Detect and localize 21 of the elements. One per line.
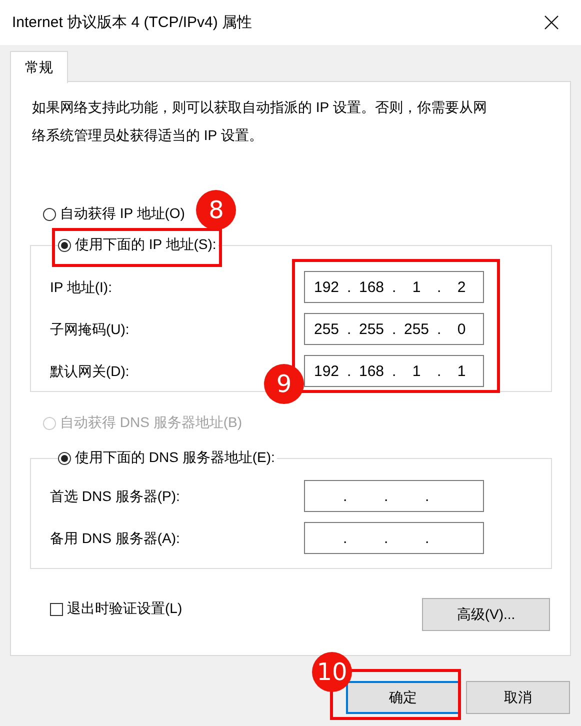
step-marker: 9 (264, 364, 304, 404)
checkbox[interactable]: 退出时验证设置(L) (50, 598, 182, 620)
input-field[interactable]: . . . (304, 480, 484, 512)
input-field[interactable]: 255 . 255 . 255 . 0 (304, 313, 484, 345)
close-icon[interactable] (544, 15, 559, 30)
dialog-button[interactable]: 取消 (466, 681, 570, 714)
step-marker: 8 (196, 190, 236, 230)
window-title: Internet 协议版本 4 (TCP/IPv4) 属性 (12, 13, 252, 32)
dialog-button[interactable]: 确定 (346, 681, 460, 714)
description-text: 如果网络支持此功能，则可以获取自动指派的 IP 设置。否则，你需要从网络系统管理员处获得适当的 IP 设置。 (32, 98, 488, 145)
field-label: 首选 DNS 服务器(P): (50, 487, 180, 506)
step-marker: 10 (312, 652, 352, 692)
field-label: IP 地址(I): (50, 278, 112, 297)
input-field[interactable]: 192 . 168 . 1 . 1 (304, 355, 484, 387)
input-field[interactable]: 192 . 168 . 1 . 2 (304, 271, 484, 303)
advanced-button[interactable]: 高级(V)... (422, 598, 550, 631)
field-label: 备用 DNS 服务器(A): (50, 529, 180, 548)
tab[interactable]: 常规 (10, 51, 68, 83)
field-label: 默认网关(D): (50, 362, 130, 381)
input-field[interactable]: . . . (304, 522, 484, 554)
field-label: 子网掩码(U): (50, 320, 130, 339)
